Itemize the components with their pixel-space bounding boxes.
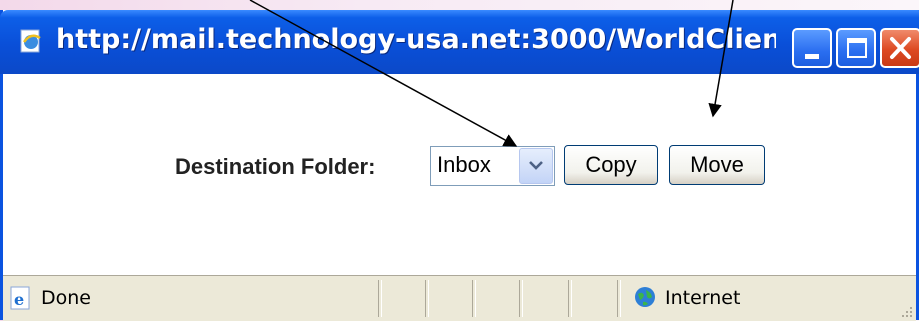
maximize-button[interactable] (836, 28, 876, 68)
selected-folder-value: Inbox (437, 152, 491, 177)
dialog-content: Destination Folder: Inbox Copy Move (3, 74, 916, 274)
resize-grip-icon[interactable] (900, 305, 914, 319)
status-bar: e Done Internet (3, 275, 916, 321)
minimize-button[interactable] (792, 28, 832, 68)
popup-window: http://mail.technology-usa.net:3000/Worl… (0, 10, 919, 321)
security-zone-text: Internet (665, 287, 741, 309)
title-bar[interactable]: http://mail.technology-usa.net:3000/Worl… (0, 10, 919, 74)
status-divider (617, 280, 621, 317)
maximize-icon (847, 38, 867, 58)
minimize-icon (805, 54, 819, 59)
destination-folder-label: Destination Folder: (175, 154, 376, 179)
status-divider (472, 280, 476, 317)
move-button[interactable]: Move (669, 145, 765, 185)
status-divider (378, 280, 382, 317)
copy-button[interactable]: Copy (564, 145, 658, 185)
svg-text:e: e (14, 290, 24, 309)
window-title: http://mail.technology-usa.net:3000/Worl… (56, 24, 776, 55)
status-divider (568, 280, 572, 317)
close-icon (890, 37, 911, 59)
ie-page-icon (20, 29, 41, 53)
ie-done-icon: e (10, 286, 30, 310)
status-text: Done (41, 287, 91, 309)
status-divider (519, 280, 523, 317)
close-button[interactable] (880, 28, 919, 68)
internet-globe-icon (635, 287, 655, 307)
dropdown-button[interactable] (519, 148, 553, 184)
destination-folder-select[interactable]: Inbox (430, 146, 555, 186)
status-divider (425, 280, 429, 317)
dropdown-arrow-icon (529, 161, 543, 170)
